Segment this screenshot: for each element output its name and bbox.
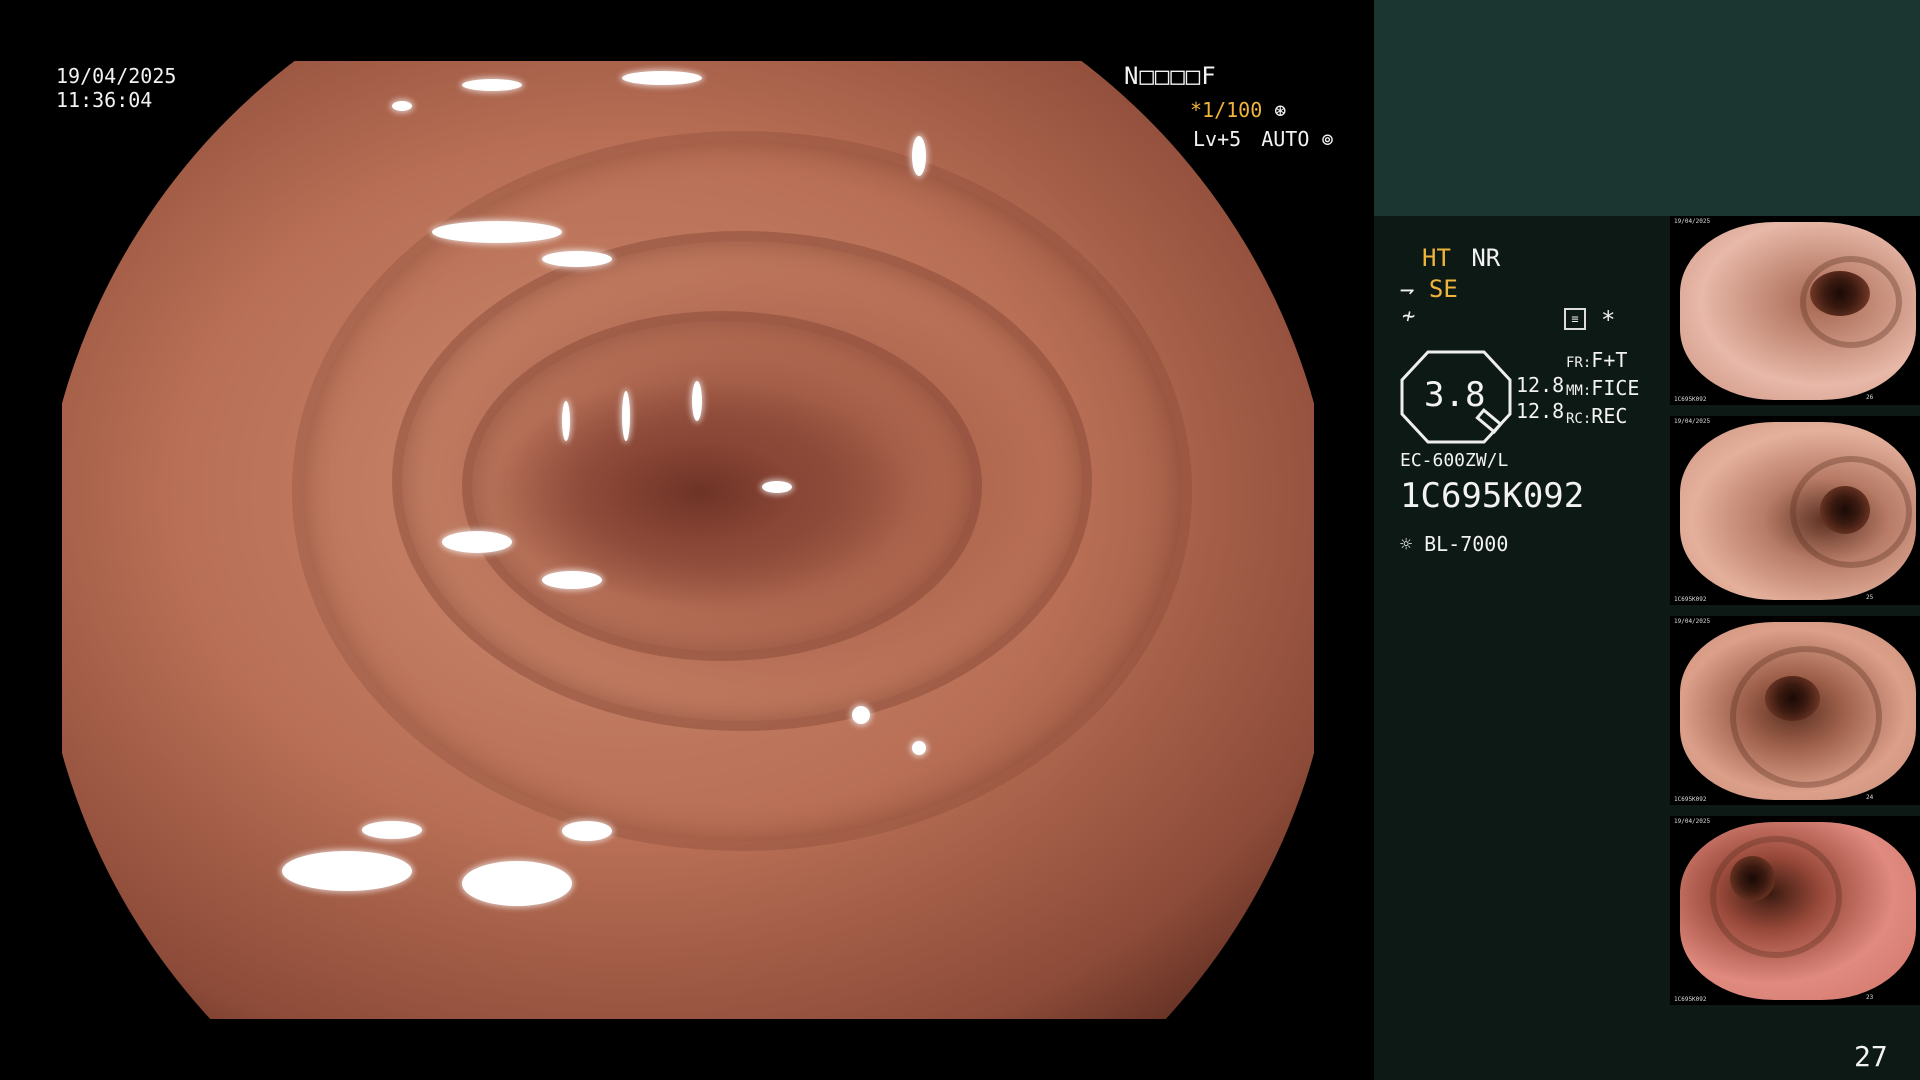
rc-label: RC: [1566,411,1592,427]
thumb-number: 23 [1866,994,1874,1001]
endoscopic-image [62,61,1314,1019]
thumb-number: 26 [1866,394,1874,401]
thumb-serial: 1C695K092 [1674,596,1707,603]
nr-indicator: NR [1471,244,1501,272]
light-source-icon: ☼ [1400,532,1413,556]
thumb-serial: 1C695K092 [1674,396,1707,403]
thumbnail-3[interactable]: 19/04/2025 1C695K092 24 [1670,616,1920,805]
fr-label: FR: [1566,355,1592,371]
thumb-date: 19/04/2025 [1674,218,1711,225]
iris-icon: ⊚ [1321,127,1334,151]
se-indicator: SE [1428,275,1458,303]
zoom-value: 3.8 [1424,375,1486,415]
thumbnail-4[interactable]: 19/04/2025 1C695K092 23 [1670,816,1920,1005]
thumbnail-1[interactable]: 19/04/2025 1C695K092 26 [1670,216,1920,405]
scope-model: EC-600ZW/L [1400,450,1509,471]
page-number: 27 [1854,1040,1888,1073]
iris-mode: AUTO [1261,127,1310,151]
panel-header [1374,0,1920,216]
endoscope-view: 19/04/2025 11:36:04 N□□□□F *1/100 ⊛ Lv+5… [0,0,1374,1080]
thumb-date: 19/04/2025 [1674,818,1711,825]
brightness-level: Lv+5 [1193,127,1242,151]
thumb-serial: 1C695K092 [1674,796,1707,803]
light-source: BL-7000 [1424,532,1509,556]
status-code: N□□□□F [1124,62,1217,90]
thumb-date: 19/04/2025 [1674,618,1711,625]
fr-value: F+T [1591,348,1628,372]
freeze-icon: ≁ [1402,304,1416,329]
thumb-serial: 1C695K092 [1674,996,1707,1003]
mm-label: MM: [1566,383,1592,399]
scope-serial: 1C695K092 [1400,476,1585,516]
ht-indicator: HT [1422,244,1451,272]
thumb-number: 24 [1866,794,1874,801]
shutter-icon: ⊛ [1274,98,1287,122]
thumb-number: 25 [1866,594,1874,601]
shutter-speed: *1/100 [1190,98,1263,122]
thumb-date: 19/04/2025 [1674,418,1711,425]
thumbnail-2[interactable]: 19/04/2025 1C695K092 25 [1670,416,1920,605]
mm-value: FICE [1591,376,1640,400]
value-1: 12.8 [1516,373,1565,397]
structure-enhance-icon: ⇁ [1400,275,1415,303]
settings-icon: ≡ [1564,308,1586,330]
date-label: 19/04/2025 [56,64,177,88]
rc-value: REC [1591,404,1628,428]
time-label: 11:36:04 [56,88,153,112]
star-indicator: * [1601,306,1616,334]
value-2: 12.8 [1516,399,1565,423]
